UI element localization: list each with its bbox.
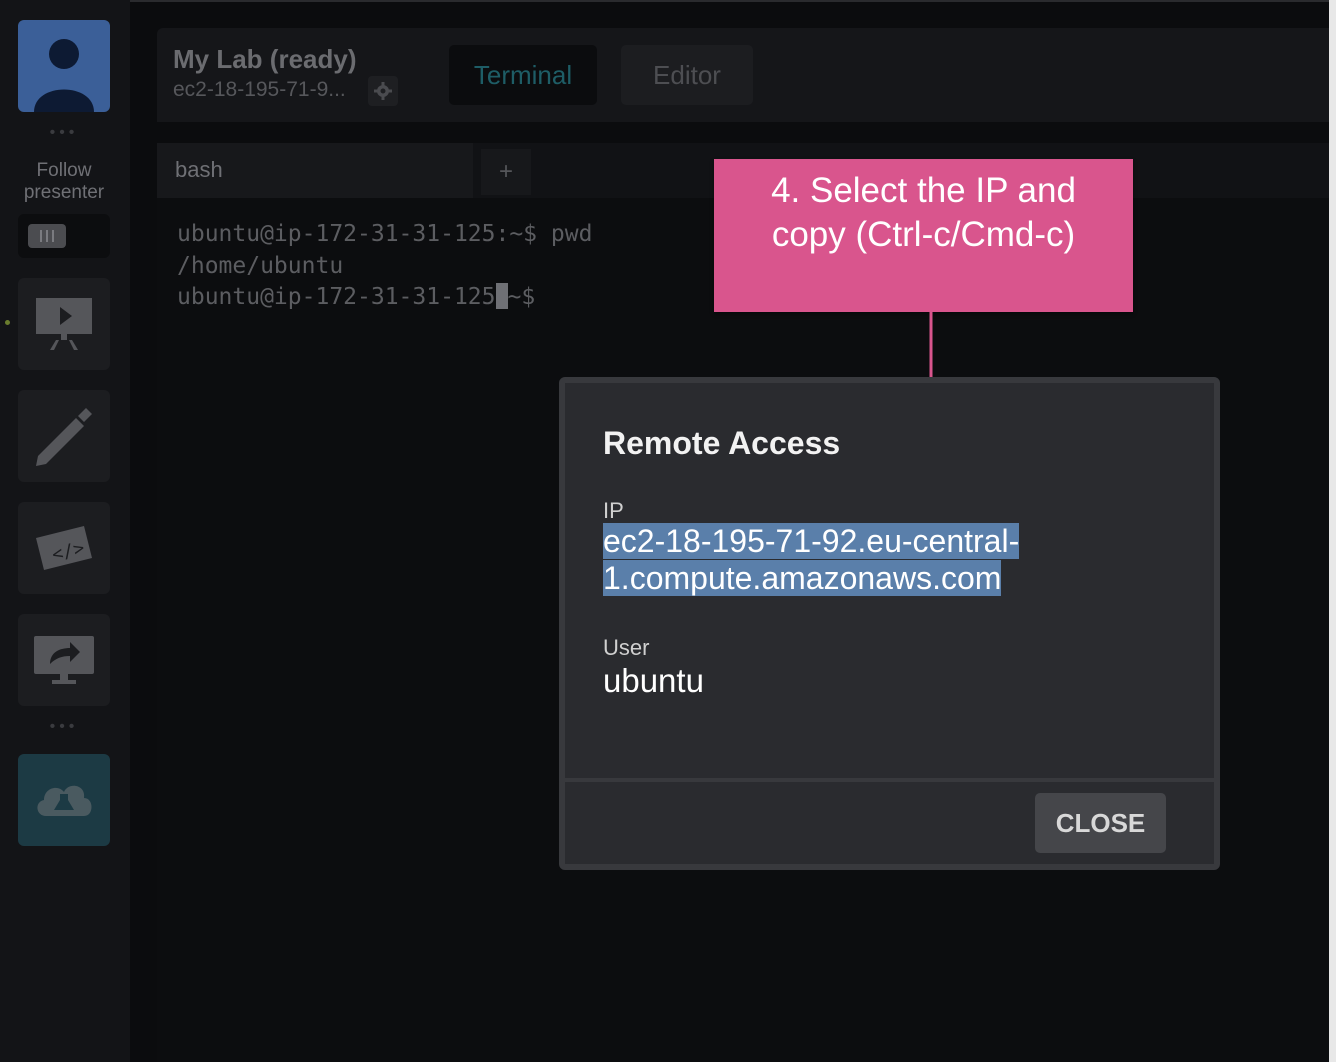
lab-title: My Lab (ready) [173, 44, 357, 74]
tab-editor[interactable]: Editor [621, 45, 753, 105]
ip-value-line-2[interactable]: 1.compute.amazonaws.com [603, 560, 1002, 596]
user-value[interactable]: ubuntu [603, 662, 704, 700]
dialog-footer: CLOSE [565, 778, 1214, 864]
ip-value[interactable]: ec2-18-195-71-92.eu-central- 1.compute.a… [603, 523, 1020, 597]
pen-tool-button[interactable] [18, 390, 110, 482]
settings-button[interactable] [368, 76, 398, 106]
presentation-button[interactable] [18, 278, 110, 370]
lab-header: My Lab (ready) ec2-18-195-71-9... Termin… [157, 28, 1336, 122]
tab-terminal[interactable]: Terminal [449, 45, 597, 105]
terminal-line: ubuntu@ip-172-31-31-125:~$ pwd [177, 221, 593, 247]
code-snippet-button[interactable]: </> [18, 502, 110, 594]
code-ticket-icon: </> [36, 526, 92, 570]
remote-access-dialog: Remote Access IP ec2-18-195-71-92.eu-cen… [559, 377, 1220, 870]
add-terminal-button[interactable]: + [481, 149, 531, 195]
user-label: User [603, 635, 650, 660]
terminal-output[interactable]: ubuntu@ip-172-31-31-125:~$ pwd/home/ubun… [177, 219, 592, 314]
bash-tab-label: bash [175, 157, 223, 182]
sidebar: ••• Follow presenter </> ••• [0, 0, 130, 1062]
screen-share-button[interactable] [18, 614, 110, 706]
dialog-title: Remote Access [603, 425, 841, 461]
window-right-border [1329, 0, 1336, 1062]
active-indicator [5, 320, 10, 325]
lab-host: ec2-18-195-71-9... [173, 78, 346, 101]
close-button[interactable]: CLOSE [1035, 793, 1166, 853]
pen-icon [36, 408, 92, 466]
user-avatar[interactable] [18, 20, 110, 112]
terminal-line: ubuntu@ip-172-31-31-125 ~$ [177, 283, 536, 310]
cloud-lab-icon [37, 785, 92, 816]
instruction-callout: 4. Select the IP and copy (Ctrl-c/Cmd-c) [714, 159, 1133, 312]
toggle-knob [28, 224, 66, 248]
follow-presenter-label: Follow presenter [23, 160, 105, 203]
follow-presenter-toggle[interactable] [18, 214, 110, 258]
tab-bash[interactable]: bash [157, 143, 473, 198]
gear-icon [374, 82, 392, 100]
separator-dots: ••• [49, 124, 79, 141]
separator-dots: ••• [49, 718, 79, 735]
callout-line-2: copy (Ctrl-c/Cmd-c) [771, 215, 1076, 254]
ip-value-line-1[interactable]: ec2-18-195-71-92.eu-central- [603, 523, 1020, 559]
screen-share-icon [34, 636, 94, 684]
callout-line-1: 4. Select the IP and [771, 171, 1076, 210]
terminal-cursor [495, 283, 508, 309]
terminal-line: /home/ubuntu [177, 252, 344, 279]
window-top-border [0, 0, 1336, 2]
cloud-lab-button[interactable] [18, 754, 110, 846]
ip-label: IP [603, 498, 624, 523]
presentation-icon [36, 298, 92, 350]
user-avatar-icon [34, 39, 94, 112]
